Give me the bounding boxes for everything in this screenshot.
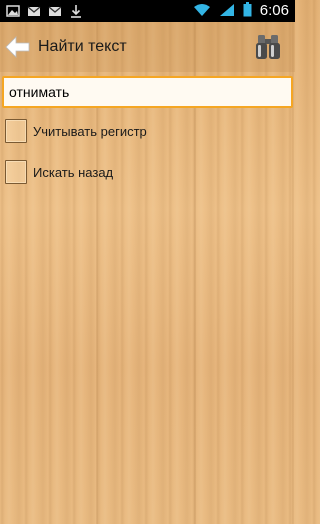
image-icon: [6, 3, 20, 17]
search-backward-option[interactable]: Искать назад: [5, 160, 113, 184]
back-arrow-icon: [4, 36, 32, 64]
match-case-option[interactable]: Учитывать регистр: [5, 119, 147, 143]
gmail-icon: [48, 3, 62, 17]
search-backward-label: Искать назад: [33, 164, 114, 180]
match-case-checkbox[interactable]: [5, 119, 27, 143]
gmail-icon: [27, 3, 41, 17]
search-input[interactable]: [9, 83, 279, 101]
battery-icon: [243, 1, 252, 21]
binoculars-icon: [255, 35, 281, 65]
back-button[interactable]: [4, 34, 32, 60]
signal-icon: [219, 2, 235, 21]
download-icon: [69, 3, 83, 18]
page-title: Найти текст: [38, 38, 127, 55]
find-button[interactable]: [255, 33, 281, 61]
status-time: 6:06: [259, 2, 289, 19]
action-bar: Найти текст: [0, 22, 295, 72]
notification-icons: [6, 3, 83, 18]
system-icons: 6:06: [193, 1, 289, 21]
search-field-container: [2, 76, 293, 108]
match-case-label: Учитывать регистр: [33, 123, 147, 139]
wifi-icon: [193, 2, 211, 21]
status-bar: 6:06: [0, 0, 295, 22]
search-backward-checkbox[interactable]: [5, 160, 27, 184]
